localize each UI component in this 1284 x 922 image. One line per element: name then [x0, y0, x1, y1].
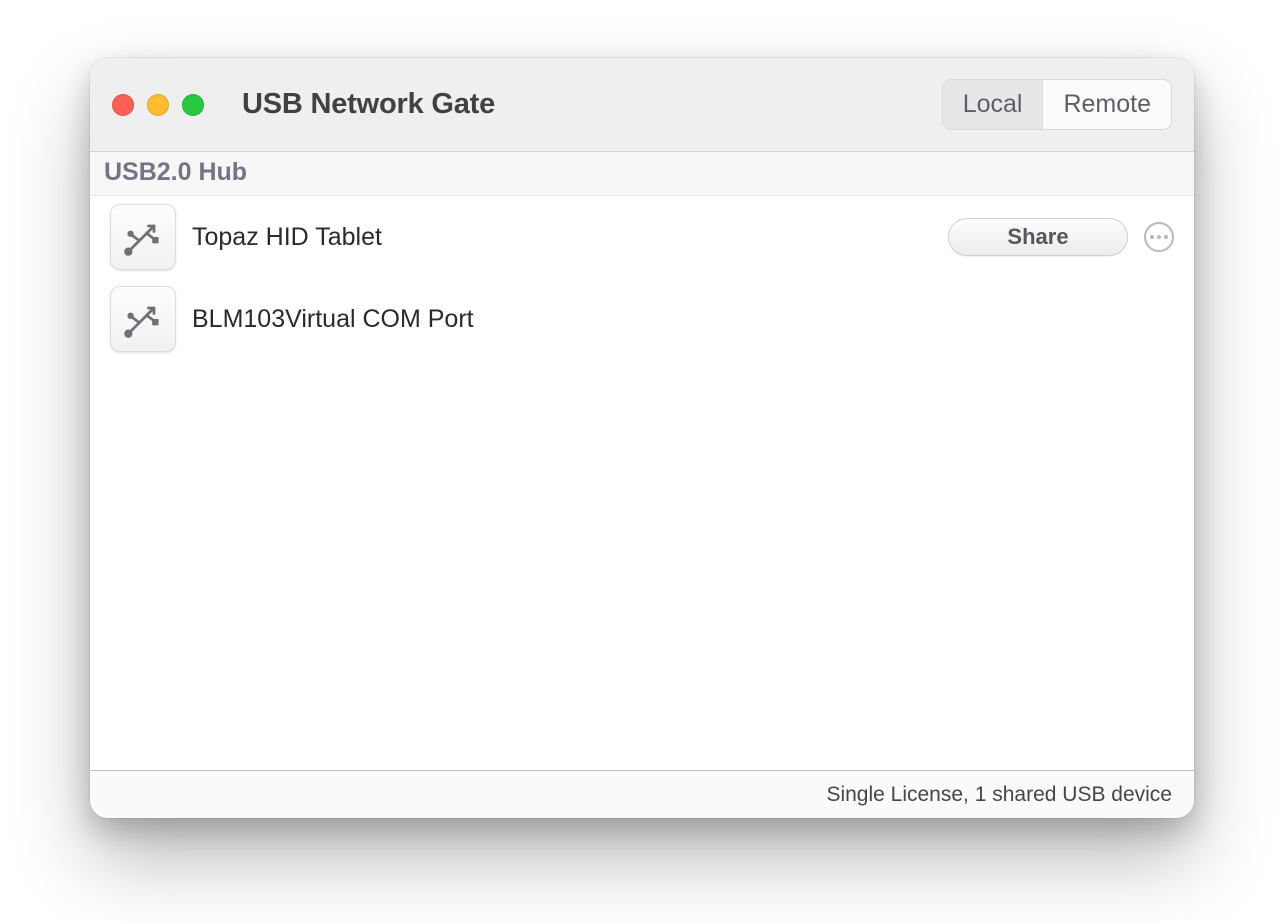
share-button[interactable]: Share — [948, 218, 1128, 256]
zoom-button[interactable] — [182, 94, 204, 116]
status-bar: Single License, 1 shared USB device — [90, 770, 1194, 818]
app-window: USB Network Gate Local Remote USB2.0 Hub — [90, 58, 1194, 818]
tab-local[interactable]: Local — [943, 80, 1043, 129]
usb-icon — [110, 286, 176, 352]
device-list: Topaz HID Tablet Share — [90, 196, 1194, 770]
device-row[interactable]: BLM103Virtual COM Port — [90, 278, 1194, 360]
usb-icon — [110, 204, 176, 270]
ellipsis-icon — [1150, 235, 1154, 239]
more-options-button[interactable] — [1144, 222, 1174, 252]
tab-remote[interactable]: Remote — [1042, 80, 1171, 129]
titlebar: USB Network Gate Local Remote — [90, 58, 1194, 152]
status-text: Single License, 1 shared USB device — [826, 783, 1172, 807]
device-name: Topaz HID Tablet — [192, 223, 382, 252]
app-title: USB Network Gate — [242, 88, 495, 121]
section-header: USB2.0 Hub — [90, 152, 1194, 196]
traffic-lights — [112, 94, 204, 116]
device-name: BLM103Virtual COM Port — [192, 305, 474, 334]
close-button[interactable] — [112, 94, 134, 116]
device-row[interactable]: Topaz HID Tablet Share — [90, 196, 1194, 278]
minimize-button[interactable] — [147, 94, 169, 116]
tab-switcher: Local Remote — [942, 79, 1172, 130]
